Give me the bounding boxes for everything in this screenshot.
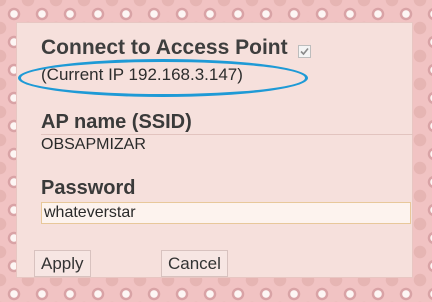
cancel-button[interactable]: Cancel [161,250,228,277]
apply-button[interactable]: Apply [34,250,91,277]
checkmark-icon [300,47,309,55]
password-label: Password [41,177,136,199]
connect-access-point-label: Connect to Access Point [41,36,288,59]
password-field[interactable] [41,202,411,224]
wifi-settings-panel: Connect to Access Point (Current IP 192.… [16,22,413,278]
ssid-label: AP name (SSID) [41,111,192,133]
ssid-field[interactable]: OBSAPMIZAR [41,134,146,156]
connect-access-point-checkbox[interactable] [297,44,311,58]
access-point-row: Connect to Access Point [41,36,311,60]
current-ip-text: (Current IP 192.168.3.147) [41,65,243,84]
